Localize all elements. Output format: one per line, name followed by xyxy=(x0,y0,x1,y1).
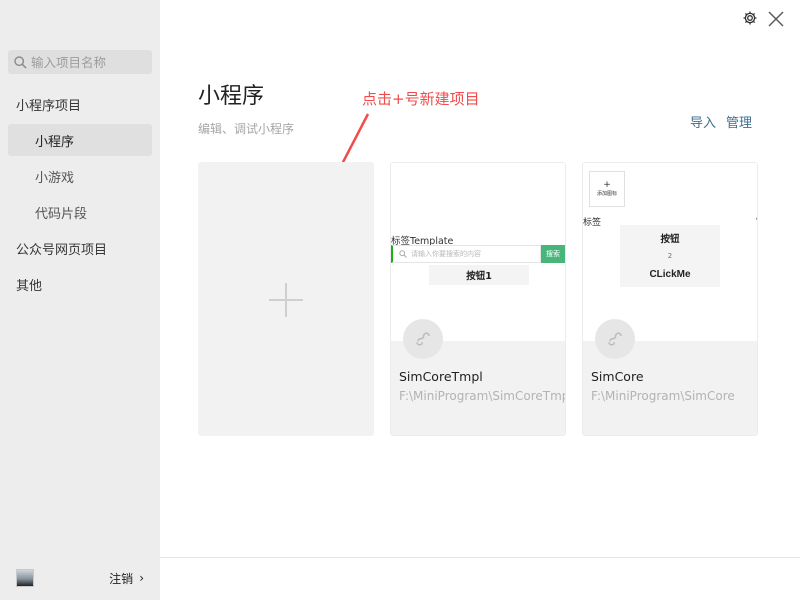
sidebar-item-miniprogram-projects[interactable]: 小程序项目 xyxy=(0,88,160,120)
search-icon xyxy=(399,250,407,258)
preview-search-field: 请输入你要搜索的内容 xyxy=(391,245,541,263)
preview-add-icon-box: + 添加图标 xyxy=(589,171,625,207)
preview-button: 按钮1 xyxy=(429,265,529,285)
project-preview: + 添加图标 标签 • 按钮 2 CLickMe xyxy=(583,163,757,341)
miniprogram-logo-icon xyxy=(595,319,635,359)
sidebar-item-label: 小游戏 xyxy=(35,170,75,186)
search-box[interactable] xyxy=(8,50,152,74)
plus-icon xyxy=(269,283,303,317)
sidebar-item-label: 小程序 xyxy=(35,134,75,150)
sidebar-item-miniprogram[interactable]: 小程序 xyxy=(8,124,152,156)
sidebar-item-label: 公众号网页项目 xyxy=(16,242,108,258)
project-info: SimCoreTmpl F:\MiniProgram\SimCoreTmpl xyxy=(391,319,566,435)
preview-add-text: 添加图标 xyxy=(596,191,617,197)
project-info: SimCore F:\MiniProgram\SimCore xyxy=(583,319,757,435)
preview-panel: 按钮 2 CLickMe xyxy=(620,225,720,287)
project-card[interactable]: 标签Template 请输入你要搜索的内容 搜索 按钮1 SimCoreTmpl… xyxy=(390,162,566,436)
sidebar-item-official-account-web[interactable]: 公众号网页项目 xyxy=(0,232,160,264)
sidebar-item-other[interactable]: 其他 xyxy=(0,268,160,300)
preview-button: 按钮 xyxy=(660,234,680,245)
divider xyxy=(160,557,800,558)
project-card[interactable]: + 添加图标 标签 • 按钮 2 CLickMe SimCore F:\Mini… xyxy=(582,162,758,436)
sidebar-item-code-snippets[interactable]: 代码片段 xyxy=(8,196,152,228)
sidebar-item-label: 代码片段 xyxy=(35,206,88,222)
search-icon xyxy=(14,55,27,69)
project-preview: 标签Template 请输入你要搜索的内容 搜索 按钮1 xyxy=(391,163,565,341)
sidebar-footer: 注销 › xyxy=(0,556,160,600)
avatar[interactable] xyxy=(16,569,34,587)
gear-icon[interactable] xyxy=(742,10,758,26)
project-path: F:\MiniProgram\SimCore xyxy=(591,389,735,403)
close-icon[interactable] xyxy=(767,10,785,28)
project-name: SimCore xyxy=(591,369,644,384)
sidebar-item-minigame[interactable]: 小游戏 xyxy=(8,160,152,192)
sidebar-nav: 小程序项目 小程序 小游戏 代码片段 公众号网页项目 其他 xyxy=(0,88,160,304)
preview-click-text: CLickMe xyxy=(649,269,691,280)
preview-label-marker: • xyxy=(755,215,757,225)
sidebar-item-label: 小程序项目 xyxy=(16,98,82,114)
new-project-card[interactable] xyxy=(198,162,374,436)
logout-label: 注销 xyxy=(109,571,134,586)
import-button[interactable]: 导入 xyxy=(690,112,716,131)
page-title: 小程序 xyxy=(198,84,265,109)
plus-icon: + xyxy=(603,180,611,190)
preview-number: 2 xyxy=(667,252,673,260)
preview-search-button: 搜索 xyxy=(541,245,565,263)
manage-button[interactable]: 管理 xyxy=(726,112,752,131)
project-name: SimCoreTmpl xyxy=(399,369,483,384)
chevron-right-icon: › xyxy=(139,571,144,585)
search-input[interactable] xyxy=(31,54,141,70)
sidebar-item-label: 其他 xyxy=(16,278,43,294)
sidebar: 小程序项目 小程序 小游戏 代码片段 公众号网页项目 其他 注销 › xyxy=(0,0,160,600)
preview-label: 标签 xyxy=(583,218,602,228)
miniprogram-logo-icon xyxy=(403,319,443,359)
preview-search-placeholder: 请输入你要搜索的内容 xyxy=(411,250,481,258)
project-path: F:\MiniProgram\SimCoreTmpl xyxy=(399,389,566,403)
header-actions: 导入 管理 xyxy=(690,112,752,131)
logout-button[interactable]: 注销 › xyxy=(109,570,144,587)
